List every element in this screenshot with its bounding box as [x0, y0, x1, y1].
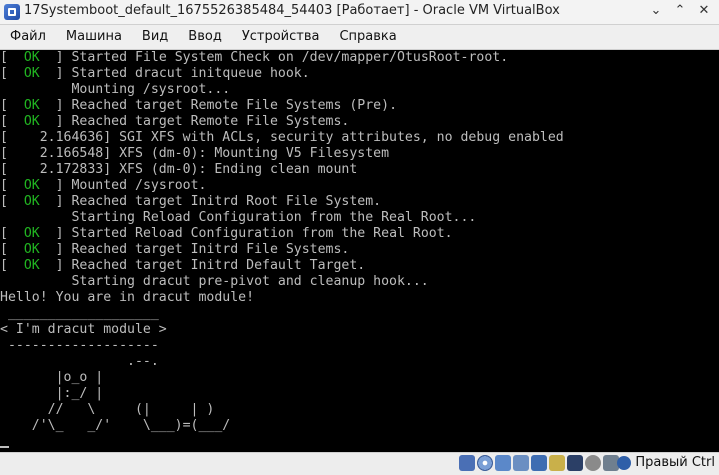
console-text: Started File System Check on /dev/mapper… [71, 50, 509, 65]
console-text: [ 2.164636] SGI XFS with ACLs, security … [0, 130, 564, 145]
console-text: [ 2.172833] XFS (dm-0): Ending clean mou… [0, 162, 358, 177]
console-line: [ 2.172833] XFS (dm-0): Ending clean mou… [0, 162, 564, 178]
usb-icon[interactable] [531, 455, 547, 471]
menu-view[interactable]: Вид [132, 25, 178, 49]
console-text: // \ (| | ) [0, 402, 215, 417]
shared-folders-icon[interactable] [549, 455, 565, 471]
text-cursor [0, 446, 9, 448]
console-text: |o_o | [0, 370, 104, 385]
console-line: [ 2.164636] SGI XFS with ACLs, security … [0, 130, 564, 146]
console-text: [ 2.166548] XFS (dm-0): Mounting V5 File… [0, 146, 390, 161]
console-line: // \ (| | ) [0, 402, 564, 418]
boot-console: [ OK ] Started File System Check on /dev… [0, 50, 564, 434]
console-line: ------------------- [0, 338, 564, 354]
console-text: .--. [0, 354, 159, 369]
optical-drive-icon[interactable] [477, 455, 493, 471]
console-line: [ OK ] Started dracut initqueue hook. [0, 66, 310, 81]
window-title: 17Systemboot_default_1675526385484_54403… [24, 3, 560, 18]
window-controls: ⌄ ⌃ ✕ [647, 2, 713, 20]
host-key-label: Правый Ctrl [635, 455, 715, 470]
console-line: /'\_ _/' \___)=(___/ [0, 418, 564, 434]
console-text: Starting Reload Configuration from the R… [0, 210, 477, 225]
ok-status: OK [23, 50, 40, 65]
title-bar: 17Systemboot_default_1675526385484_54403… [0, 0, 719, 25]
console-text: ------------------- [0, 338, 159, 353]
ok-status: OK [23, 258, 40, 273]
device-status-icons [459, 455, 619, 471]
ok-status: OK [23, 194, 40, 209]
vm-display[interactable]: [ OK ] Started File System Check on /dev… [0, 50, 719, 452]
keyboard-capture-icon [617, 455, 632, 470]
hard-disk-icon[interactable] [459, 455, 475, 471]
console-text: Hello! You are in dracut module! [0, 290, 255, 305]
console-line: [ OK ] Reached target Initrd Default Tar… [0, 258, 366, 273]
console-text: Started Reload Configuration from the Re… [71, 226, 453, 241]
menu-machine[interactable]: Машина [56, 25, 132, 49]
console-text: /'\_ _/' \___)=(___/ [0, 418, 231, 433]
menu-bar: Файл Машина Вид Ввод Устройства Справка [0, 25, 719, 50]
display-icon[interactable] [567, 455, 583, 471]
console-line: Mounting /sysroot... [0, 82, 564, 98]
menu-help[interactable]: Справка [329, 25, 406, 49]
console-text: Starting dracut pre-pivot and cleanup ho… [0, 274, 429, 289]
console-line: < I'm dracut module > [0, 322, 564, 338]
console-line: [ OK ] Started File System Check on /dev… [0, 50, 509, 65]
console-text: ___________________ [0, 306, 159, 321]
close-button[interactable]: ✕ [695, 2, 713, 20]
console-text: Reached target Remote File Systems. [71, 114, 350, 129]
network-icon[interactable] [513, 455, 529, 471]
ok-status: OK [23, 226, 40, 241]
console-line: [ OK ] Reached target Initrd Root File S… [0, 194, 382, 209]
audio-icon[interactable] [495, 455, 511, 471]
console-line: ___________________ [0, 306, 564, 322]
menu-devices[interactable]: Устройства [232, 25, 330, 49]
ok-status: OK [23, 242, 40, 257]
console-text: Reached target Initrd Default Target. [71, 258, 366, 273]
console-text: Started dracut initqueue hook. [71, 66, 310, 81]
virtualbox-app-icon [4, 4, 20, 20]
console-text: Reached target Remote File Systems (Pre)… [71, 98, 398, 113]
minimize-button[interactable]: ⌄ [647, 2, 665, 20]
console-line: |:_/ | [0, 386, 564, 402]
ok-status: OK [23, 178, 40, 193]
menu-input[interactable]: Ввод [178, 25, 232, 49]
console-text: < I'm dracut module > [0, 322, 167, 337]
restore-button[interactable]: ⌃ [671, 2, 689, 20]
ok-status: OK [23, 98, 40, 113]
console-line: Starting Reload Configuration from the R… [0, 210, 564, 226]
console-line: [ OK ] Reached target Initrd File System… [0, 242, 350, 257]
console-line: |o_o | [0, 370, 564, 386]
menu-file[interactable]: Файл [0, 25, 56, 49]
ok-status: OK [23, 66, 40, 81]
console-text: Mounting /sysroot... [0, 82, 231, 97]
status-bar: Правый Ctrl [0, 452, 719, 475]
console-line: [ 2.166548] XFS (dm-0): Mounting V5 File… [0, 146, 564, 162]
console-line: Starting dracut pre-pivot and cleanup ho… [0, 274, 564, 290]
console-line: [ OK ] Mounted /sysroot. [0, 178, 207, 193]
console-line: Hello! You are in dracut module! [0, 290, 564, 306]
console-line: [ OK ] Reached target Remote File System… [0, 114, 350, 129]
console-line: [ OK ] Reached target Remote File System… [0, 98, 398, 113]
console-line: [ OK ] Started Reload Configuration from… [0, 226, 453, 241]
console-text: Mounted /sysroot. [71, 178, 207, 193]
console-text: Reached target Initrd Root File System. [71, 194, 382, 209]
host-key-indicator: Правый Ctrl [617, 455, 715, 470]
recording-icon[interactable] [585, 455, 601, 471]
console-line: .--. [0, 354, 564, 370]
console-text: |:_/ | [0, 386, 104, 401]
ok-status: OK [23, 114, 40, 129]
console-text: Reached target Initrd File Systems. [71, 242, 350, 257]
